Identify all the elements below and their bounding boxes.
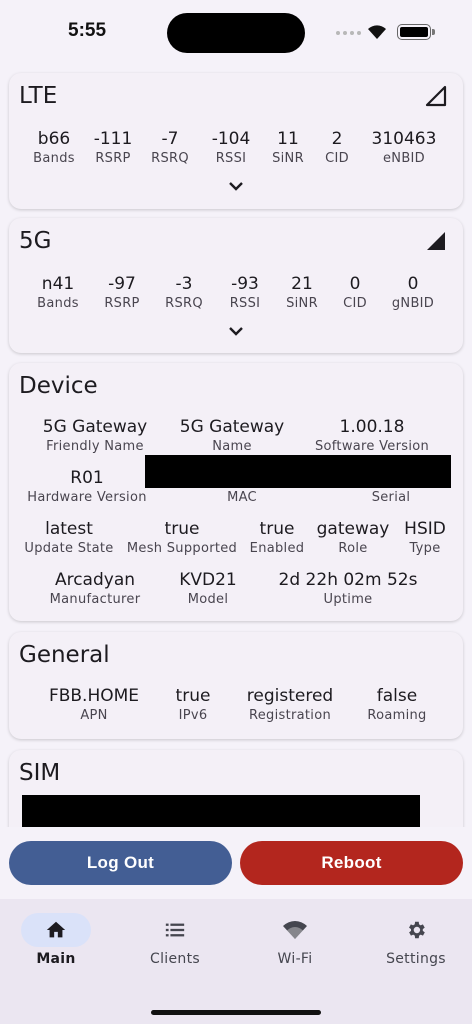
gear-icon xyxy=(409,921,425,939)
device-title: Device xyxy=(19,373,98,399)
lte-enbid: 310463 eNBID xyxy=(371,129,437,166)
general-roaming: false Roaming xyxy=(367,686,427,723)
redacted-block xyxy=(145,455,451,488)
device-name: 5G Gateway Name xyxy=(179,417,285,454)
nav-label: Wi-Fi xyxy=(277,951,313,967)
general-apn: FBB.HOME APN xyxy=(48,686,140,723)
lte-cid: 2 CID xyxy=(325,129,349,166)
device-hardware-version: R01 Hardware Version xyxy=(27,468,147,505)
nav-settings[interactable]: Settings xyxy=(366,913,466,967)
device-serial: Serial xyxy=(371,490,411,505)
device-role: gateway Role xyxy=(316,519,390,556)
lte-rssi: -104 RSSI xyxy=(211,129,251,166)
chevron-down-icon[interactable] xyxy=(227,180,245,192)
list-icon xyxy=(165,923,185,937)
device-software-version: 1.00.18 Software Version xyxy=(314,417,430,454)
chevron-down-icon[interactable] xyxy=(227,325,245,337)
device-update-state: latest Update State xyxy=(24,519,114,556)
signal-strength-icon xyxy=(425,85,447,107)
nav-label: Main xyxy=(36,951,76,967)
lte-card: LTE b66 Bands -111 RSRP -7 RSRQ -104 RSSI 11… xyxy=(9,73,463,209)
redacted-block xyxy=(22,795,420,827)
device-model: KVD21 Model xyxy=(179,570,237,607)
sim-card: SIM xyxy=(9,750,463,827)
lte-sinr: 11 SiNR xyxy=(272,129,304,166)
nav-main[interactable]: Main xyxy=(6,913,106,967)
status-time: 5:55 xyxy=(68,20,107,41)
general-registration: registered Registration xyxy=(246,686,334,723)
main-scroll-area[interactable]: LTE b66 Bands -111 RSRP -7 RSRQ -104 RSSI 11… xyxy=(0,64,472,827)
dynamic-island xyxy=(167,13,305,53)
5g-bands: n41 Bands xyxy=(37,274,79,311)
reboot-button[interactable]: Reboot xyxy=(240,841,463,885)
nav-active-indicator xyxy=(21,913,91,947)
signal-strength-icon xyxy=(427,232,445,250)
battery-icon xyxy=(397,24,435,40)
device-card: Device 5G Gateway Friendly Name 5G Gatewa… xyxy=(9,363,463,621)
device-mac: MAC xyxy=(227,490,257,505)
5g-card: 5G n41 Bands -97 RSRP -3 RSRQ -93 RSSI 21 SiN… xyxy=(9,218,463,353)
5g-cid: 0 CID xyxy=(343,274,367,311)
lte-rsrp: -111 RSRP xyxy=(93,129,133,166)
device-enabled: true Enabled xyxy=(249,519,305,556)
general-ipv6: true IPv6 xyxy=(175,686,211,723)
5g-title: 5G xyxy=(19,228,52,254)
5g-gnbid: 0 gNBID xyxy=(391,274,435,311)
nav-label: Clients xyxy=(150,951,200,967)
device-uptime: 2d 22h 02m 52s Uptime xyxy=(278,570,418,607)
lte-title: LTE xyxy=(19,83,58,109)
wifi-status-icon xyxy=(368,25,386,39)
cellular-signal-icon xyxy=(336,31,361,35)
bottom-navigation: Main Clients Wi-Fi Settings xyxy=(0,899,472,1024)
home-icon xyxy=(46,921,66,938)
home-indicator[interactable] xyxy=(151,1010,321,1015)
device-friendly-name: 5G Gateway Friendly Name xyxy=(42,417,148,454)
5g-rssi: -93 RSSI xyxy=(229,274,261,311)
status-bar: 5:55 xyxy=(0,0,472,64)
sim-title: SIM xyxy=(19,760,61,786)
5g-rsrq: -3 RSRQ xyxy=(165,274,203,311)
device-manufacturer: Arcadyan Manufacturer xyxy=(49,570,141,607)
lte-rsrq: -7 RSRQ xyxy=(151,129,189,166)
nav-wifi[interactable]: Wi-Fi xyxy=(245,913,345,967)
nav-label: Settings xyxy=(386,951,446,967)
wifi-icon xyxy=(283,921,307,939)
action-bar: Log Out Reboot xyxy=(0,827,472,899)
lte-bands: b66 Bands xyxy=(33,129,75,166)
5g-rsrp: -97 RSRP xyxy=(104,274,140,311)
device-type: HSID Type xyxy=(404,519,446,556)
nav-clients[interactable]: Clients xyxy=(125,913,225,967)
general-card: General FBB.HOME APN true IPv6 registered R… xyxy=(9,632,463,739)
general-title: General xyxy=(19,642,110,668)
device-mesh-supported: true Mesh Supported xyxy=(126,519,238,556)
logout-button[interactable]: Log Out xyxy=(9,841,232,885)
5g-sinr: 21 SiNR xyxy=(286,274,318,311)
